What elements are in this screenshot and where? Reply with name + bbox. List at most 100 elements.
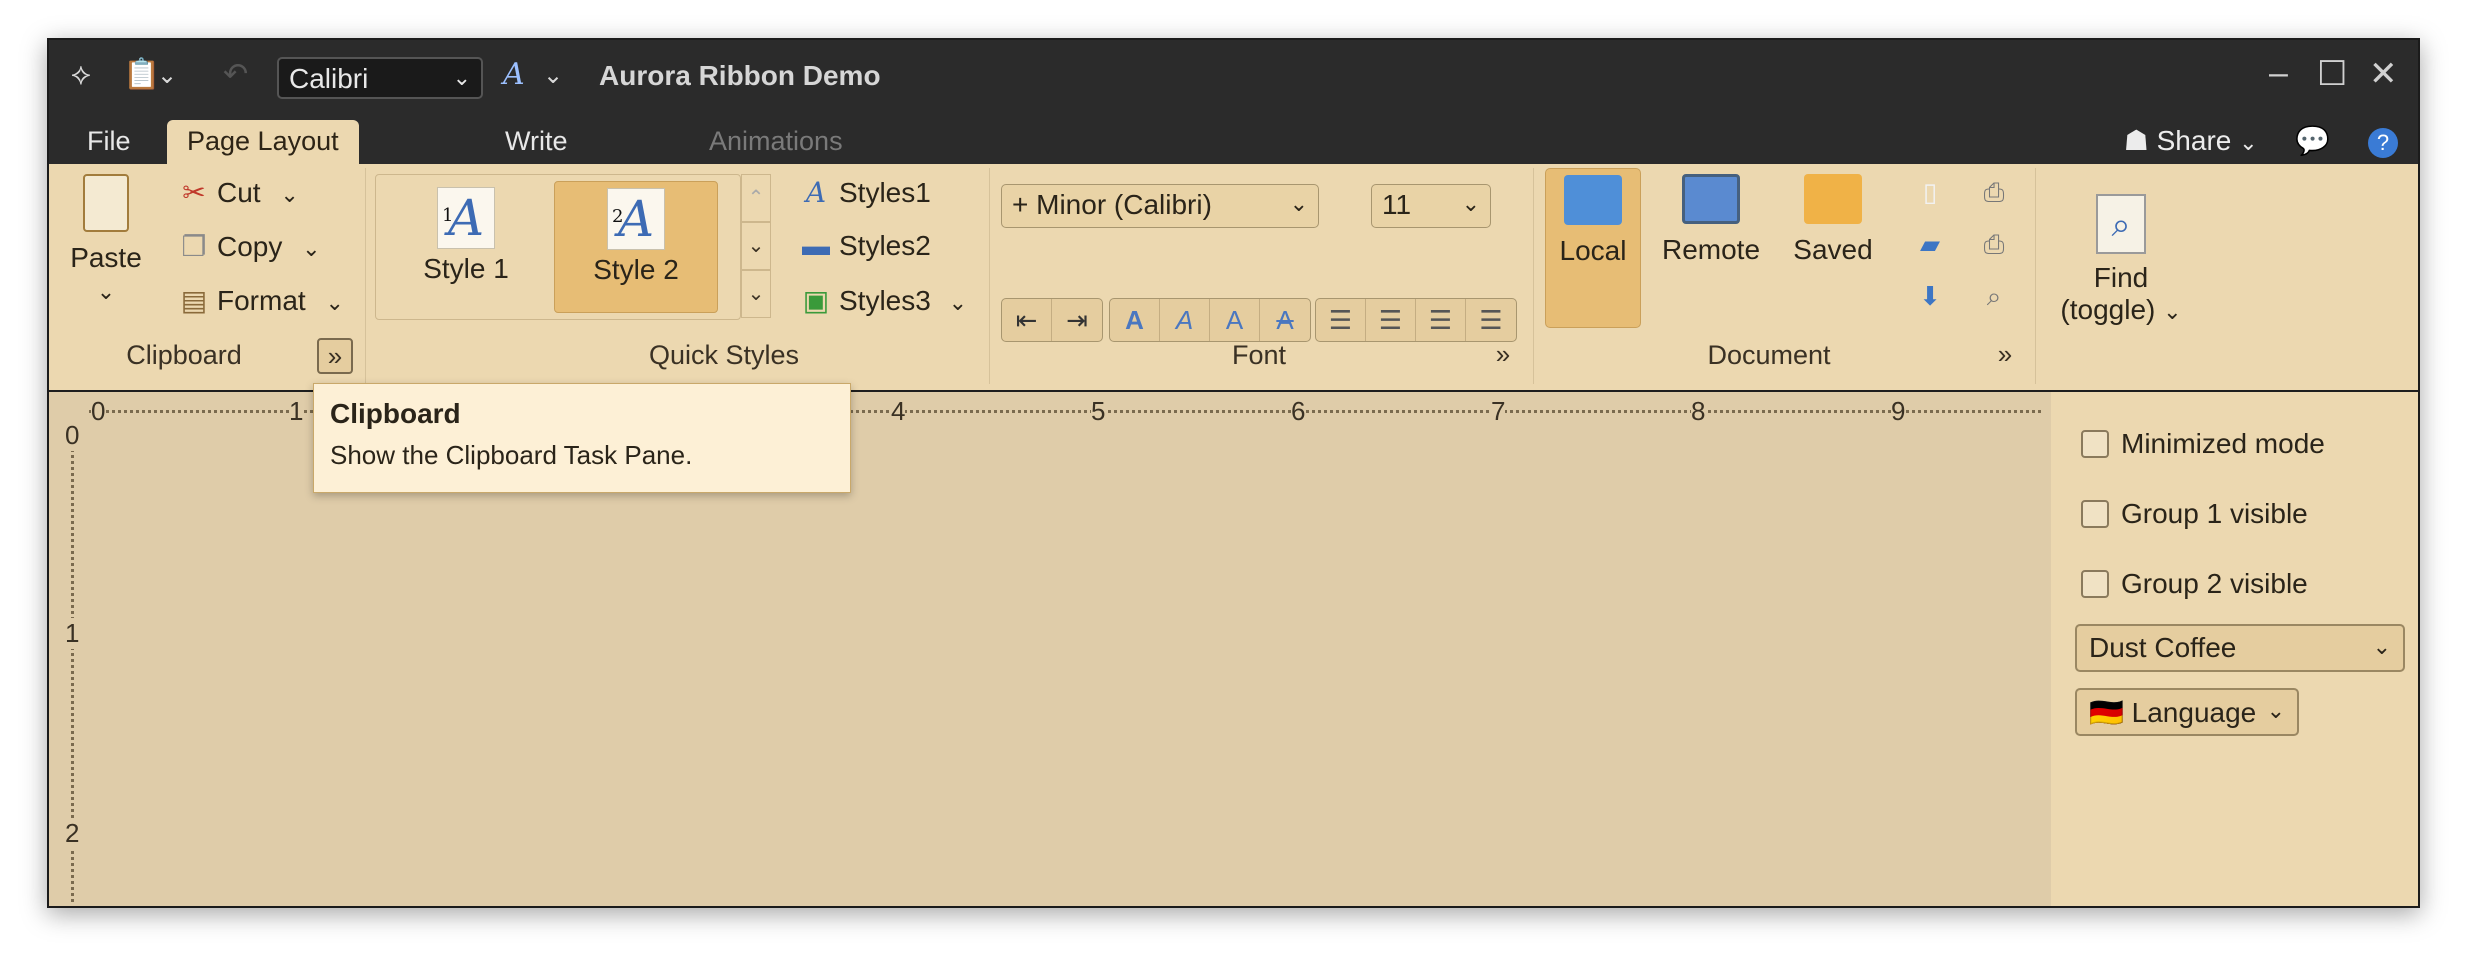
text-strike-a-icon[interactable]: A — [1260, 299, 1310, 341]
font-size-combo[interactable]: 11 ⌄ — [1371, 184, 1491, 228]
picture-icon: ▣ — [802, 285, 830, 316]
tab-page-layout[interactable]: Page Layout — [167, 120, 359, 164]
font-combo[interactable]: Calibri ⌄ — [277, 57, 483, 99]
group-separator — [1533, 168, 1534, 384]
chevron-down-icon: ⌄ — [2266, 698, 2285, 723]
language-combo[interactable]: 🇩🇪 Language ⌄ — [2075, 688, 2299, 736]
undo-icon[interactable]: ↶ — [223, 60, 248, 90]
indent-increase-icon[interactable]: ⇥ — [1052, 299, 1102, 341]
share-icon[interactable]: ☗ — [2124, 125, 2149, 156]
local-button[interactable]: Local — [1545, 168, 1641, 328]
text-italic-a-icon[interactable]: A — [1160, 299, 1210, 341]
chevron-down-icon[interactable]: ⌄ — [543, 64, 563, 88]
app-menu-icon[interactable]: ⟡ — [71, 60, 91, 90]
style-text-icon: A — [805, 176, 827, 209]
minimized-mode-checkbox[interactable]: Minimized mode — [2081, 428, 2325, 460]
document-launcher-button[interactable]: » — [1987, 338, 2023, 374]
group-1-visible-checkbox[interactable]: Group 1 visible — [2081, 498, 2308, 530]
ruler-number: 7 — [1491, 396, 1506, 427]
styles2-button[interactable]: ▬ Styles2 — [801, 230, 931, 262]
styles1-label: Styles1 — [839, 177, 931, 208]
help-icon[interactable]: ? — [2368, 128, 2398, 158]
styles3-button[interactable]: ▣ Styles3 ⌄ — [801, 284, 967, 317]
checkbox-box[interactable] — [2081, 570, 2109, 598]
find-toggle-button[interactable]: ⌕ Find (toggle) ⌄ — [2051, 194, 2191, 344]
remote-computer-icon — [1682, 174, 1740, 224]
cut-button[interactable]: ✂ Cut ⌄ — [179, 176, 299, 209]
minimize-icon[interactable]: – — [2269, 54, 2288, 93]
text-bold-a-icon[interactable]: A — [1110, 299, 1160, 341]
comment-icon[interactable]: 💬 — [2295, 125, 2330, 156]
image-icon: ▬ — [802, 230, 830, 261]
chevron-down-icon: ⌄ — [452, 65, 471, 90]
print-icon[interactable]: ⎙ — [1977, 176, 2011, 208]
format-label: Format — [217, 285, 306, 316]
chevron-down-icon[interactable]: ⌄ — [157, 64, 177, 88]
chevron-down-icon: ⌄ — [948, 290, 968, 315]
styles2-label: Styles2 — [839, 230, 931, 261]
open-folder-icon[interactable]: ▰ — [1913, 228, 1947, 260]
gallery-expand-button[interactable]: ⌄ — [741, 270, 771, 318]
saved-label: Saved — [1793, 234, 1873, 265]
checkbox-label: Group 1 visible — [2121, 498, 2308, 529]
ruler-number: 0 — [65, 420, 80, 451]
gallery-scroll-down-button[interactable]: ⌄ — [741, 222, 771, 270]
format-button[interactable]: ▤ Format ⌄ — [179, 284, 344, 317]
checkbox-box[interactable] — [2081, 500, 2109, 528]
gallery-scroll-up-button[interactable]: ⌃ — [741, 174, 771, 222]
find-magnifier-icon: ⌕ — [2096, 194, 2146, 254]
tab-file[interactable]: File — [67, 120, 151, 164]
group-separator — [989, 168, 990, 384]
font-style-icon[interactable]: A — [503, 60, 525, 90]
chevron-down-icon: ⌄ — [2372, 634, 2391, 659]
new-document-icon[interactable]: ▯ — [1913, 176, 1947, 208]
gallery-item-style-1[interactable]: A1 Style 1 — [384, 181, 548, 313]
skin-combo[interactable]: Dust Coffee ⌄ — [2075, 624, 2405, 672]
font-launcher-button[interactable]: » — [1485, 338, 1521, 374]
cut-label: Cut — [217, 177, 261, 208]
clipboard-quick-icon[interactable]: 📋 — [123, 60, 160, 90]
group-label-document: Document — [1707, 340, 1831, 370]
tab-animations: Animations — [709, 126, 843, 156]
font-family-combo[interactable]: + Minor (Calibri) ⌄ — [1001, 184, 1319, 228]
text-effect-buttons: A A A A — [1109, 298, 1311, 342]
align-center-icon[interactable]: ☰ — [1366, 299, 1416, 341]
share-button[interactable]: Share — [2157, 125, 2232, 156]
styles1-button[interactable]: A Styles1 — [801, 176, 931, 209]
align-justify-icon[interactable]: ☰ — [1466, 299, 1516, 341]
gallery-item-style-2[interactable]: A2 Style 2 — [554, 181, 718, 313]
copy-button[interactable]: ❐ Copy ⌄ — [179, 230, 320, 263]
print-preview-icon[interactable]: ⎙ — [1977, 228, 2011, 260]
zoom-document-icon[interactable]: ⌕ — [1977, 280, 2011, 312]
align-right-icon[interactable]: ☰ — [1416, 299, 1466, 341]
clipboard-launcher-button[interactable]: » — [317, 338, 353, 374]
title-bar: ⟡ 📋 ⌄ ↶ Calibri ⌄ A ⌄ Aurora Ribbon Demo… — [49, 40, 2418, 114]
save-icon[interactable]: ⬇ — [1913, 280, 1947, 312]
maximize-icon[interactable]: ☐ — [2317, 54, 2347, 94]
saved-search-folder-icon — [1804, 174, 1862, 224]
vertical-ruler: 0 1 2 — [59, 392, 89, 906]
checkbox-box[interactable] — [2081, 430, 2109, 458]
scissors-icon: ✂ — [182, 177, 206, 208]
group-label-quick-styles: Quick Styles — [648, 340, 800, 370]
group-2-visible-checkbox[interactable]: Group 2 visible — [2081, 568, 2308, 600]
close-icon[interactable]: ✕ — [2369, 54, 2398, 94]
text-outline-a-icon[interactable]: A — [1210, 299, 1260, 341]
paste-button[interactable]: Paste ⌄ — [65, 170, 147, 320]
paste-icon — [83, 174, 129, 232]
align-left-icon[interactable]: ☰ — [1316, 299, 1366, 341]
tab-write[interactable]: Write — [485, 120, 588, 164]
group-label-font: Font — [1231, 340, 1287, 370]
tooltip-body: Show the Clipboard Task Pane. — [330, 440, 693, 470]
indent-decrease-icon[interactable]: ⇤ — [1002, 299, 1052, 341]
ruler-number: 2 — [65, 818, 80, 849]
remote-button[interactable]: Remote — [1653, 168, 1769, 328]
paste-label: Paste — [70, 242, 142, 273]
chevron-down-icon: ⌄ — [96, 279, 116, 304]
checkbox-label: Minimized mode — [2121, 428, 2325, 459]
chevron-down-icon[interactable]: ⌄ — [2239, 130, 2257, 155]
chevron-down-icon: ⌄ — [1461, 191, 1480, 216]
saved-button[interactable]: Saved — [1785, 168, 1881, 328]
font-combo-value: Calibri — [289, 63, 369, 94]
copy-label: Copy — [217, 231, 283, 262]
